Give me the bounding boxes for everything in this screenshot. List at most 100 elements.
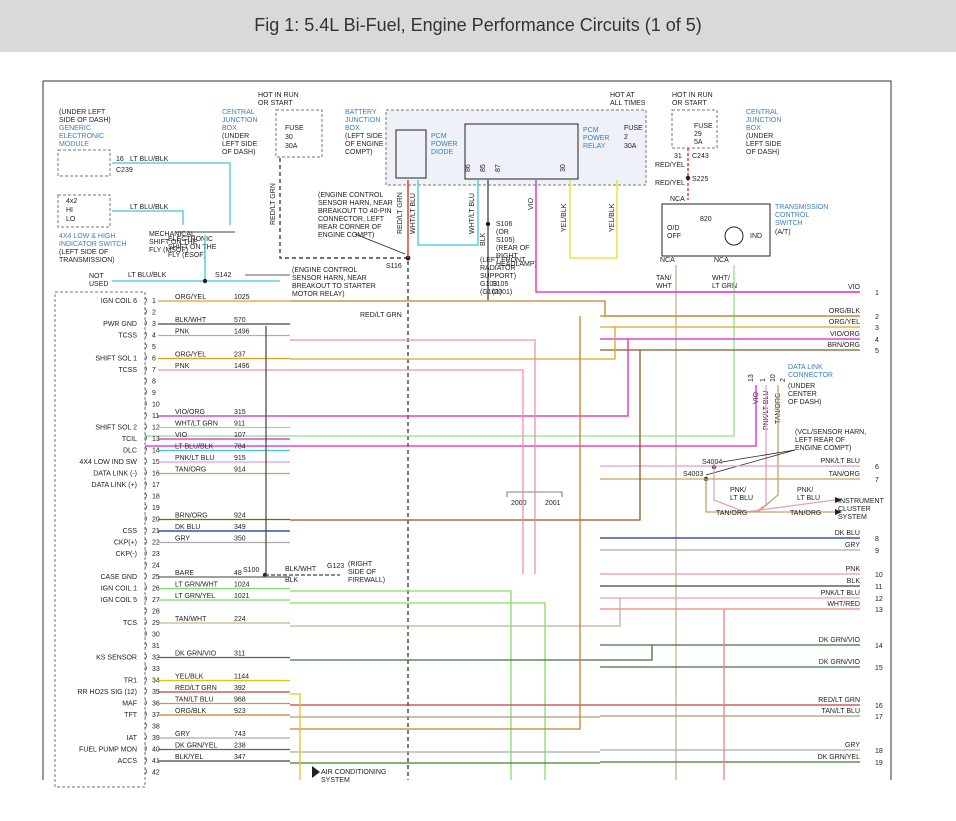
dlc-location: CENTER	[788, 391, 817, 398]
right-wire-number: 8	[875, 536, 879, 543]
cjb2-location: LEFT SIDE	[746, 141, 782, 148]
not-used-label: NOT	[89, 273, 105, 280]
pcm-pin-label: MAF	[122, 701, 137, 708]
pcm-wire-color: ORG/YEL	[175, 352, 206, 359]
pcm-circuit-number: 915	[234, 455, 246, 462]
c243-label: C243	[692, 153, 709, 160]
pcm-wire-color: PNK	[175, 363, 190, 370]
cjb2-fuse: 29	[694, 131, 702, 138]
pcm-pin-number: 5	[152, 344, 156, 351]
pcm-pin-label: CKP(-)	[116, 551, 137, 558]
ic-label: INSTRUMENT	[838, 498, 885, 505]
right-wire-label: BLK	[847, 578, 861, 585]
s106-label: (REAR OF	[496, 245, 529, 252]
ac-label: SYSTEM	[321, 777, 350, 784]
pcm-wire-color: BRN/ORG	[175, 513, 208, 520]
pcm-circuit-number: 238	[234, 743, 246, 750]
s4003-label: S4003	[683, 471, 703, 478]
pcm-pin-label: PWR GND	[103, 321, 137, 328]
cjb2-fuse: 5A	[694, 139, 703, 146]
right-wire-number: 2	[875, 314, 879, 321]
pcm-pin-label: TCIL	[122, 436, 137, 443]
dlc-location: OF DASH)	[788, 399, 821, 406]
pcm-diode-label: PCM	[431, 133, 447, 140]
cjb2-wire-label: RED/YEL	[655, 180, 685, 187]
pcm-wire-color: ORG/YEL	[175, 294, 206, 301]
pcm-pin-number: 30	[152, 632, 160, 639]
pcm-pin-label: RR HO2S SIG (12)	[77, 689, 137, 696]
right-wire-label: PNK/LT BLU	[821, 590, 860, 597]
bjb-wire-label: WHT/LT BLU	[410, 193, 417, 234]
pcm-pin-label: CSS	[123, 528, 138, 535]
right-wire-number: 11	[875, 584, 882, 591]
bjb-title: JUNCTION	[345, 117, 380, 124]
esof-label: SHIFT ON THE	[168, 244, 217, 251]
gem-title-label: MODULE	[59, 141, 89, 148]
bjb-title: BOX	[345, 125, 360, 132]
cjb1-location: LEFT SIDE	[222, 141, 258, 148]
runner-wire	[290, 316, 581, 730]
tcs-lamp	[724, 226, 744, 246]
pcm-pin-label: TR1	[124, 678, 137, 685]
right-wire-number: 17	[875, 714, 883, 721]
gem-location-label: SIDE OF DASH)	[59, 117, 111, 124]
ic-label: SYSTEM	[838, 514, 867, 521]
cjb2-location: OF DASH)	[746, 149, 779, 156]
pcm-circuit-number: 570	[234, 317, 246, 324]
pcm-circuit-number: 1024	[234, 582, 250, 589]
g123-label: G123	[327, 563, 344, 570]
cjb2-wire-label: RED/YEL	[655, 162, 685, 169]
pcm-pin-label: IGN COIL 1	[101, 586, 137, 593]
pcm-pin-number: 4	[152, 333, 156, 340]
right-wire-number: 10	[875, 572, 883, 579]
gem-module-box	[57, 149, 111, 177]
4x4-switch-title: INDICATOR SWITCH	[59, 241, 126, 248]
runner-wire	[290, 350, 641, 521]
cjb1-location: (UNDER	[222, 133, 249, 140]
not-used-wire-label: LT BLU/BLK	[128, 272, 167, 279]
gem-title-label: GENERIC	[59, 125, 91, 132]
4x4-switch-title: 4X4 LOW & HIGH	[59, 233, 115, 240]
cjb2-hot-label: OR START	[672, 100, 707, 107]
pcm-relay-label: PCM	[583, 127, 599, 134]
pcm-pin-number: 10	[152, 402, 160, 409]
pcm-pin-label: IAT	[127, 735, 138, 742]
bjb-box	[385, 109, 647, 186]
cjb2-title: JUNCTION	[746, 117, 781, 124]
cjb2-location: (UNDER	[746, 133, 773, 140]
cjb2-title: BOX	[746, 125, 761, 132]
cjb1-fuse: 30A	[285, 143, 298, 150]
pcm-pin-label: TCS	[123, 620, 137, 627]
c243-pin: 31	[674, 153, 682, 160]
esof-label: ELECTRONIC	[168, 236, 213, 243]
pcm-pin-label: TFT	[124, 712, 138, 719]
g123-note: FIREWALL)	[348, 577, 385, 584]
pcm-circuit-number: 1496	[234, 363, 250, 370]
cjb1-title: JUNCTION	[222, 117, 257, 124]
tcs-nca: NCA	[660, 257, 675, 264]
right-wire-number: 5	[875, 348, 879, 355]
year-2000: 2000	[511, 500, 527, 507]
ecs-note: SENSOR HARN, NEAR	[318, 200, 393, 207]
4x4-switch-positions: LO	[66, 216, 76, 223]
not-used-label: USED	[89, 281, 108, 288]
right-wire-label: DK GRN/YEL	[818, 754, 861, 761]
cjb1-hot-label: HOT IN RUN	[258, 92, 299, 99]
bjb-hot-label: ALL TIMES	[610, 100, 646, 107]
year-2001: 2001	[545, 500, 561, 507]
cjb2-title: CENTRAL	[746, 109, 779, 116]
right-wire-number: 6	[875, 464, 879, 471]
dlc-title: CONNECTOR	[788, 372, 833, 379]
bjb-location: (LEFT SIDE	[345, 133, 383, 140]
4x4-switch-positions: 4x2	[66, 198, 77, 205]
pcm-pin-label: SHIFT SOL 2	[95, 425, 137, 432]
pcm-wire-color: WHT/LT GRN	[175, 421, 218, 428]
pcm-pin-number: 6	[152, 356, 156, 363]
pcm-wire-color: PNK	[175, 329, 190, 336]
g123-note: SIDE OF	[348, 569, 376, 576]
s225-splice	[685, 175, 691, 181]
relay-pin: 86	[465, 164, 472, 172]
right-wire-label: TAN/LT BLU	[821, 708, 860, 715]
s142-note: SENSOR HARN, NEAR	[292, 275, 367, 282]
pcm-circuit-number: 923	[234, 708, 246, 715]
